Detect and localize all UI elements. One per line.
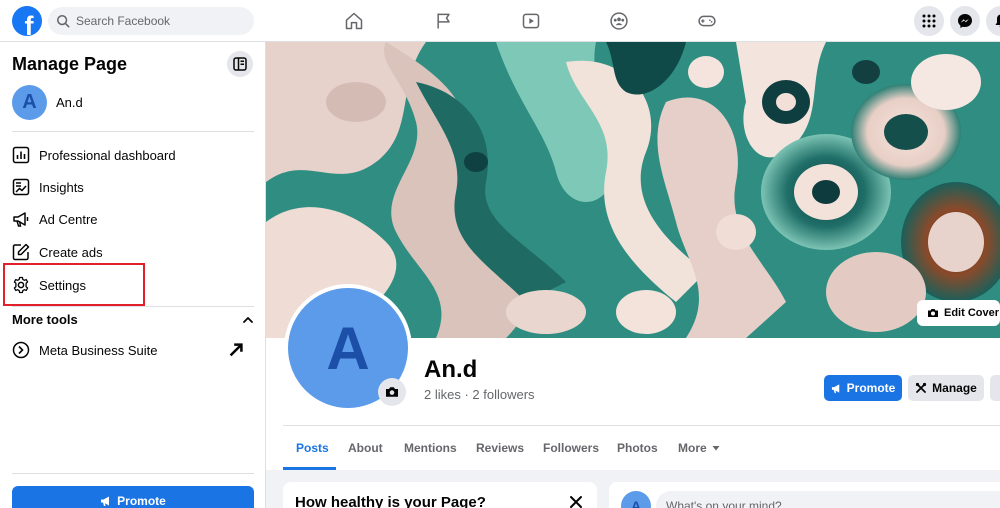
- page-stats[interactable]: 2 likes · 2 followers: [424, 387, 535, 402]
- groups-icon[interactable]: [607, 9, 631, 33]
- search-icon: [56, 14, 70, 28]
- facebook-logo[interactable]: f: [12, 6, 42, 36]
- post-composer: A What's on your mind?: [609, 482, 1000, 508]
- flag-icon[interactable]: [432, 9, 456, 33]
- caret-down-icon: [712, 446, 720, 451]
- video-icon[interactable]: [519, 9, 543, 33]
- sidebar-item-label: Insights: [39, 179, 84, 195]
- sidebar-page-switcher[interactable]: A An.d: [12, 85, 83, 120]
- external-link-icon: [229, 343, 243, 357]
- insights-icon: [12, 178, 30, 196]
- sidebar-item-ad-centre[interactable]: Ad Centre: [12, 206, 254, 232]
- notifications-icon[interactable]: [986, 6, 1000, 36]
- megaphone-icon: [13, 212, 29, 227]
- sidebar-item-label: Create ads: [39, 244, 103, 260]
- manage-label: Manage: [932, 381, 977, 395]
- health-card-title: How healthy is your Page?: [295, 494, 486, 508]
- sidebar-title: Manage Page: [12, 54, 128, 74]
- search-input[interactable]: [76, 14, 236, 28]
- sidebar-promote-button[interactable]: Promote: [12, 486, 254, 508]
- tab-mentions[interactable]: Mentions: [404, 441, 457, 455]
- promote-button[interactable]: Promote: [824, 375, 902, 401]
- sidebar-page-name: An.d: [56, 95, 83, 110]
- promote-label: Promote: [846, 381, 896, 395]
- tab-reviews[interactable]: Reviews: [476, 441, 524, 455]
- dashboard-icon: [12, 146, 30, 164]
- page-title: An.d: [424, 356, 478, 383]
- meta-business-icon: [12, 341, 30, 359]
- tools-icon: [916, 382, 927, 393]
- edit-cover-label: Edit Cover P: [944, 307, 1000, 319]
- active-tab-indicator: [283, 467, 336, 470]
- tab-posts[interactable]: Posts: [296, 441, 329, 455]
- edit-icon: [12, 243, 30, 261]
- sidebar-item-insights[interactable]: Insights: [12, 174, 254, 200]
- messenger-icon[interactable]: [950, 6, 980, 36]
- chevron-up-icon: [243, 316, 253, 323]
- avatar: A: [621, 491, 651, 508]
- sidebar-divider: [12, 131, 254, 132]
- avatar: A: [12, 85, 47, 120]
- tab-photos[interactable]: Photos: [617, 441, 658, 455]
- manage-page-sidebar: Manage Page A An.d Professional dashboar…: [0, 42, 266, 508]
- settings-highlight-box: [3, 263, 145, 306]
- camera-icon[interactable]: [378, 378, 406, 406]
- search-box[interactable]: [48, 7, 254, 35]
- tab-about[interactable]: About: [348, 441, 383, 455]
- menu-grid-icon[interactable]: [914, 6, 944, 36]
- home-icon[interactable]: [342, 9, 366, 33]
- tab-more-label: More: [678, 441, 707, 455]
- megaphone-icon: [101, 496, 110, 506]
- sidebar-item-label: Meta Business Suite: [39, 342, 158, 358]
- edit-cover-photo-button[interactable]: Edit Cover P: [917, 300, 1000, 326]
- sidebar-divider: [12, 473, 254, 474]
- more-tools-label: More tools: [12, 312, 78, 327]
- top-navigation-bar: f: [0, 0, 1000, 42]
- sidebar-item-create-ads[interactable]: Create ads: [12, 239, 254, 265]
- camera-icon: [928, 309, 938, 317]
- tabs-divider: [283, 425, 1000, 426]
- sidebar-item-label: Professional dashboard: [39, 147, 176, 163]
- close-icon[interactable]: [568, 494, 584, 508]
- sidebar-item-meta-business-suite[interactable]: Meta Business Suite: [12, 337, 254, 363]
- sidebar-item-label: Ad Centre: [39, 211, 98, 227]
- megaphone-icon: [831, 383, 839, 393]
- manage-button[interactable]: Manage: [908, 375, 984, 401]
- gaming-icon[interactable]: [695, 9, 719, 33]
- sidebar-divider: [12, 306, 254, 307]
- sidebar-toggle-icon[interactable]: [227, 51, 253, 77]
- tab-followers[interactable]: Followers: [543, 441, 599, 455]
- sidebar-promote-label: Promote: [117, 494, 166, 508]
- sidebar-item-professional-dashboard[interactable]: Professional dashboard: [12, 142, 254, 168]
- more-options-button[interactable]: [990, 375, 1000, 401]
- tab-more[interactable]: More: [678, 441, 720, 455]
- more-tools-header[interactable]: More tools: [12, 312, 254, 327]
- page-health-card: How healthy is your Page?: [283, 482, 597, 508]
- composer-input[interactable]: What's on your mind?: [656, 491, 1000, 508]
